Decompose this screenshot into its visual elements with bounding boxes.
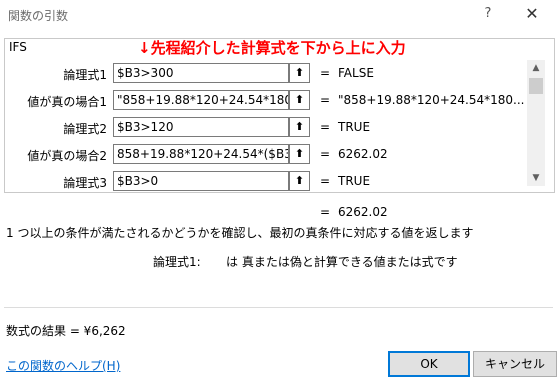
- arg-input-logical2[interactable]: $B3>120: [113, 117, 289, 137]
- arg-result-logical3: TRUE: [338, 174, 371, 188]
- divider: [4, 307, 553, 308]
- arguments-scrollbar[interactable]: ▲ ▼: [527, 60, 545, 186]
- arg-description-label: 論理式1:: [153, 255, 201, 269]
- arg-result-value-if-true1: "858+19.88*120+24.54*180...: [338, 93, 525, 107]
- equals-sign: =: [320, 93, 331, 107]
- equals-sign: =: [320, 205, 331, 219]
- scroll-down-icon[interactable]: ▼: [527, 170, 545, 186]
- function-result-value: 6262.02: [338, 205, 388, 219]
- annotation-text: ↓先程紹介した計算式を下から上に入力: [138, 39, 406, 57]
- collapse-ref-icon[interactable]: ⬆: [289, 90, 310, 110]
- arg-label-logical1: 論理式1: [63, 68, 107, 82]
- arg-label-value-if-true2: 値が真の場合2: [27, 149, 107, 163]
- function-name: IFS: [9, 40, 27, 54]
- equals-sign: =: [320, 174, 331, 188]
- arg-input-value-if-true2[interactable]: 858+19.88*120+24.54*($B3: [113, 144, 289, 164]
- scroll-up-icon[interactable]: ▲: [527, 60, 545, 76]
- collapse-ref-icon[interactable]: ⬆: [289, 144, 310, 164]
- collapse-ref-icon[interactable]: ⬆: [289, 171, 310, 191]
- collapse-ref-icon[interactable]: ⬆: [289, 63, 310, 83]
- arg-input-logical1[interactable]: $B3>300: [113, 63, 289, 83]
- collapse-ref-icon[interactable]: ⬆: [289, 117, 310, 137]
- function-description: 1 つ以上の条件が満たされるかどうかを確認し、最初の真条件に対応する値を返します: [6, 226, 474, 240]
- arg-result-logical2: TRUE: [338, 120, 371, 134]
- title-bar: 関数の引数 ? ✕: [0, 0, 560, 30]
- arg-result-value-if-true2: 6262.02: [338, 147, 388, 161]
- equals-sign: =: [320, 120, 331, 134]
- cancel-button[interactable]: キャンセル: [473, 351, 557, 377]
- arg-description-text: は 真または偽と計算できる値または式です: [226, 255, 458, 269]
- dialog-title: 関数の引数: [8, 9, 69, 23]
- formula-result: 数式の結果 = ¥6,262: [6, 324, 126, 338]
- scroll-thumb[interactable]: [529, 78, 543, 94]
- arg-input-value-if-true1[interactable]: "858+19.88*120+24.54*180: [113, 90, 289, 110]
- help-icon[interactable]: ?: [478, 6, 498, 24]
- close-icon[interactable]: ✕: [520, 4, 544, 24]
- ok-button[interactable]: OK: [388, 351, 470, 377]
- arg-input-logical3[interactable]: $B3>0: [113, 171, 289, 191]
- arg-result-logical1: FALSE: [338, 66, 374, 80]
- function-help-link[interactable]: この関数のヘルプ(H): [6, 357, 120, 374]
- arg-label-logical2: 論理式2: [63, 122, 107, 136]
- arguments-group: [4, 38, 555, 193]
- equals-sign: =: [320, 147, 331, 161]
- arg-label-value-if-true1: 値が真の場合1: [27, 95, 107, 109]
- arg-label-logical3: 論理式3: [63, 176, 107, 190]
- equals-sign: =: [320, 66, 331, 80]
